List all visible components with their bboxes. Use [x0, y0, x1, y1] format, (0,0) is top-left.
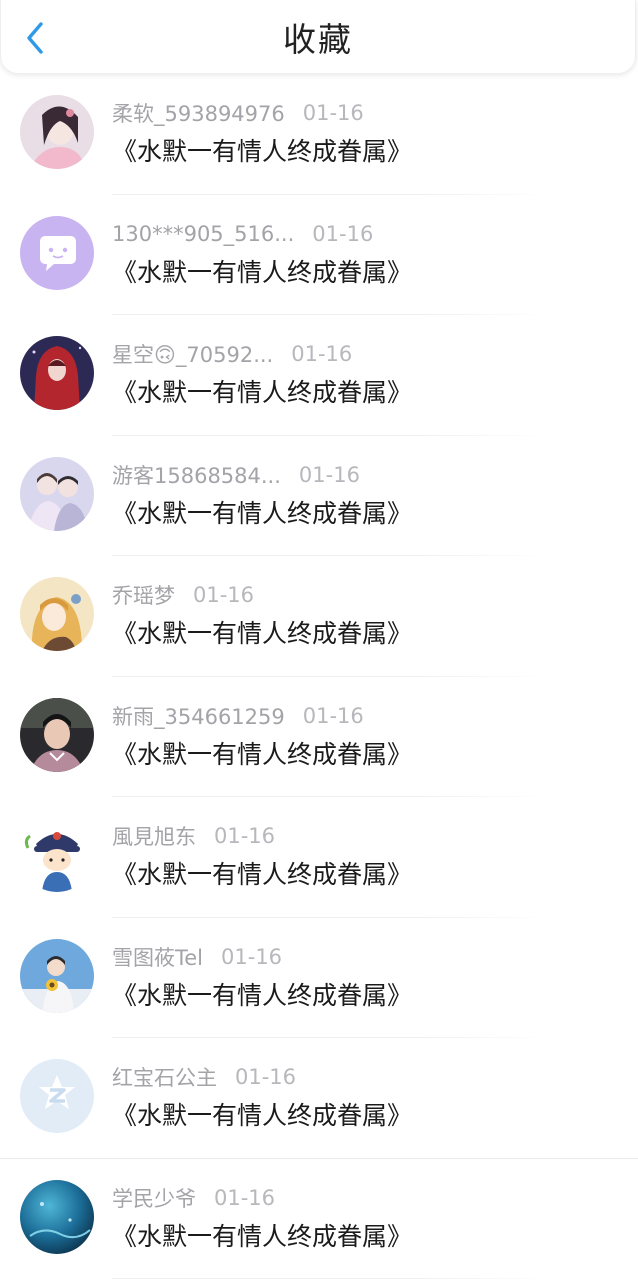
avatar[interactable] — [20, 215, 94, 290]
favorites-page: 收藏 柔软_593894976 01-16 《水默一有情人终成眷属》 130**… — [0, 0, 638, 1280]
favorite-item[interactable]: 学民少爷 01-16 《水默一有情人终成眷属》 — [0, 1159, 638, 1279]
favorite-item[interactable]: 游客15868584... 01-16 《水默一有情人终成眷属》 — [0, 436, 638, 556]
avatar[interactable] — [20, 336, 94, 410]
chat-bubble-avatar-icon — [20, 215, 94, 290]
item-date: 01-16 — [221, 944, 283, 969]
post-title[interactable]: 《水默一有情人终成眷属》 — [112, 255, 412, 291]
post-title[interactable]: 《水默一有情人终成眷属》 — [112, 496, 412, 532]
user-name[interactable]: 柔软_593894976 — [112, 98, 285, 128]
page-title: 收藏 — [283, 20, 353, 59]
post-title[interactable]: 《水默一有情人终成眷属》 — [112, 1098, 412, 1134]
user-name[interactable]: 風見旭东 — [112, 821, 196, 851]
item-date: 01-16 — [235, 1065, 297, 1089]
avatar[interactable] — [20, 95, 94, 169]
post-title[interactable]: 《水默一有情人终成眷属》 — [112, 375, 412, 411]
avatar[interactable] — [20, 697, 94, 772]
default-z-avatar-icon — [20, 1059, 94, 1133]
item-date: 01-16 — [312, 221, 374, 246]
item-date: 01-16 — [214, 1185, 276, 1210]
avatar[interactable] — [20, 577, 94, 651]
item-meta: 乔瑶梦 01-16 — [112, 580, 254, 610]
item-date: 01-16 — [214, 824, 276, 848]
boy-photo-avatar-icon — [20, 697, 94, 772]
item-meta: 新雨_354661259 01-16 — [112, 701, 364, 731]
anime-girl-avatar-icon — [20, 577, 94, 651]
avatar[interactable] — [20, 1179, 94, 1254]
item-meta: 雪图莜Tel 01-16 — [112, 942, 282, 972]
favorite-item[interactable]: 風見旭东 01-16 《水默一有情人终成眷属》 — [0, 797, 638, 918]
favorite-item[interactable]: 红宝石公主 01-16 《水默一有情人终成眷属》 — [0, 1038, 638, 1159]
item-date: 01-16 — [302, 101, 364, 125]
item-meta: 柔软_593894976 01-16 — [112, 98, 364, 128]
post-title[interactable]: 《水默一有情人终成眷属》 — [112, 737, 412, 773]
user-name[interactable]: 游客15868584... — [112, 460, 281, 490]
user-name[interactable]: 乔瑶梦 — [112, 580, 175, 610]
favorite-item[interactable]: 星空🙃_70592... 01-16 《水默一有情人终成眷属》 — [0, 315, 638, 436]
item-date: 01-16 — [193, 583, 255, 607]
ocean-avatar-icon — [20, 1179, 94, 1254]
item-meta: 红宝石公主 01-16 — [112, 1062, 296, 1092]
favorites-list: 柔软_593894976 01-16 《水默一有情人终成眷属》 130***90… — [0, 74, 638, 1279]
cartoon-official-avatar-icon — [20, 818, 94, 892]
avatar[interactable] — [20, 1059, 94, 1133]
post-title[interactable]: 《水默一有情人终成眷属》 — [112, 978, 412, 1014]
favorite-item[interactable]: 新雨_354661259 01-16 《水默一有情人终成眷属》 — [0, 677, 638, 797]
user-name[interactable]: 星空🙃_70592... — [112, 339, 273, 369]
item-meta: 游客15868584... 01-16 — [112, 460, 360, 490]
user-name[interactable]: 雪图莜Tel — [112, 942, 203, 972]
header-bar: 收藏 — [0, 0, 636, 74]
post-title[interactable]: 《水默一有情人终成眷属》 — [112, 616, 412, 652]
user-name[interactable]: 学民少爷 — [112, 1183, 196, 1213]
favorite-item[interactable]: 雪图莜Tel 01-16 《水默一有情人终成眷属》 — [0, 918, 638, 1038]
item-date: 01-16 — [291, 342, 353, 366]
user-name[interactable]: 130***905_516... — [112, 222, 294, 246]
avatar[interactable] — [20, 938, 94, 1013]
row-divider — [112, 1278, 552, 1279]
sunflower-avatar-icon — [20, 938, 94, 1013]
item-meta: 星空🙃_70592... 01-16 — [112, 339, 352, 369]
item-date: 01-16 — [298, 462, 360, 487]
post-title[interactable]: 《水默一有情人终成眷属》 — [112, 857, 412, 893]
favorite-item[interactable]: 130***905_516... 01-16 《水默一有情人终成眷属》 — [0, 195, 638, 315]
favorite-item[interactable]: 乔瑶梦 01-16 《水默一有情人终成眷属》 — [0, 556, 638, 677]
user-name[interactable]: 新雨_354661259 — [112, 701, 285, 731]
item-date: 01-16 — [302, 703, 364, 728]
item-meta: 風見旭东 01-16 — [112, 821, 275, 851]
red-hood-avatar-icon — [20, 336, 94, 410]
avatar[interactable] — [20, 818, 94, 892]
girl-pink-avatar-icon — [20, 95, 94, 169]
couple-avatar-icon — [20, 456, 94, 531]
post-title[interactable]: 《水默一有情人终成眷属》 — [112, 1219, 412, 1255]
avatar[interactable] — [20, 456, 94, 531]
user-name[interactable]: 红宝石公主 — [112, 1062, 217, 1092]
item-meta: 学民少爷 01-16 — [112, 1183, 275, 1213]
post-title[interactable]: 《水默一有情人终成眷属》 — [112, 134, 412, 170]
item-meta: 130***905_516... 01-16 — [112, 219, 373, 249]
favorite-item[interactable]: 柔软_593894976 01-16 《水默一有情人终成眷属》 — [0, 74, 638, 195]
